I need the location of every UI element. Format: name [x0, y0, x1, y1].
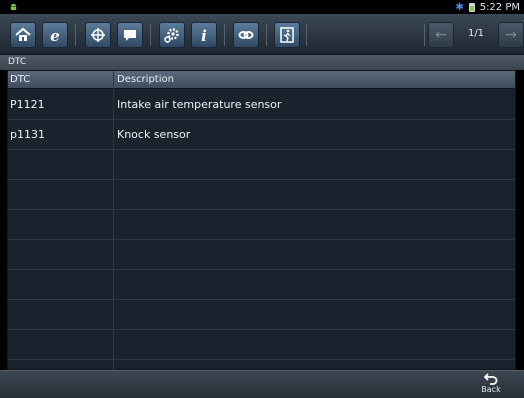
back-arrow-icon [484, 373, 498, 385]
separator [306, 24, 307, 46]
exit-button[interactable] [274, 22, 300, 48]
dtc-description: Knock sensor [117, 128, 191, 141]
dtc-code: P1121 [10, 98, 45, 111]
android-icon [10, 3, 17, 11]
table-row-empty [8, 210, 515, 240]
svg-text:i: i [201, 27, 207, 44]
svg-text:e: e [50, 27, 60, 44]
pager: ← 1/1 → [424, 22, 524, 48]
table-row-empty [8, 150, 515, 180]
dtc-code: p1131 [10, 128, 45, 141]
back-label: Back [481, 385, 501, 394]
home-button[interactable] [10, 22, 36, 48]
back-button[interactable]: Back [478, 373, 504, 398]
separator [224, 24, 225, 46]
link-icon [238, 31, 254, 39]
separator [266, 24, 267, 46]
arrow-left-icon: ← [435, 27, 447, 43]
message-icon [124, 30, 136, 41]
table-row-empty [8, 180, 515, 210]
clock: 5:22 PM [479, 1, 520, 13]
link-button[interactable] [233, 22, 259, 48]
arrow-right-icon: → [505, 27, 517, 43]
home-icon [15, 27, 31, 41]
table-row-empty [8, 300, 515, 330]
next-page-button[interactable]: → [498, 22, 524, 48]
table-row-empty [8, 330, 515, 360]
column-header-description: Description [117, 74, 174, 85]
bluetooth-icon: ✱ [455, 1, 464, 13]
previous-page-button[interactable]: ← [428, 22, 454, 48]
table-row[interactable]: p1131 Knock sensor [8, 120, 515, 150]
info-button[interactable]: i [191, 22, 217, 48]
separator [150, 24, 151, 46]
dtc-table: DTC Description P1121 Intake air tempera… [7, 70, 516, 371]
dtc-description: Intake air temperature sensor [117, 98, 282, 111]
settings-button[interactable] [159, 22, 185, 48]
table-row[interactable]: P1121 Intake air temperature sensor [8, 90, 515, 120]
battery-icon [468, 2, 475, 12]
page-count: 1/1 [467, 28, 485, 39]
browser-button[interactable]: e [42, 22, 68, 48]
info-icon: i [201, 27, 207, 44]
toolbar: e i ← 1/1 → [0, 14, 524, 55]
table-row-empty [8, 240, 515, 270]
browser-icon: e [50, 27, 60, 44]
vehicle-button[interactable] [85, 22, 111, 48]
table-header: DTC Description [8, 71, 515, 89]
message-button[interactable] [117, 22, 143, 48]
section-title: DTC [0, 55, 524, 70]
bottom-bar: Back [0, 370, 524, 398]
status-bar: ✱ 5:22 PM [0, 0, 524, 14]
exit-icon [280, 27, 294, 43]
settings-icon [164, 28, 179, 43]
separator [75, 24, 76, 46]
vehicle-icon [91, 28, 105, 42]
table-row-empty [8, 270, 515, 300]
column-header-dtc: DTC [10, 74, 31, 85]
